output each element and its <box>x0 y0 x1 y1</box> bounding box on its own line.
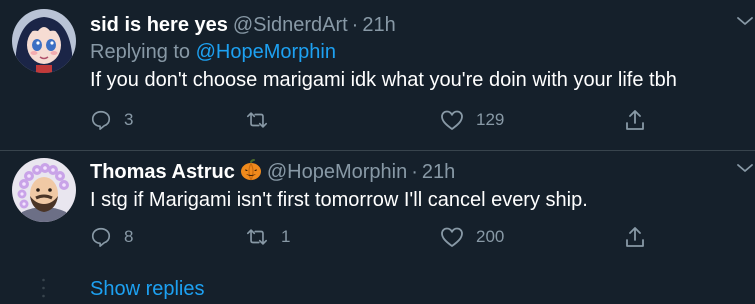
separator-dot: · <box>411 161 418 183</box>
tweet[interactable]: sid is here yes @SidnerdArt · 21h Replying … <box>0 0 755 150</box>
thread-dots-icon <box>42 278 45 298</box>
chevron-down-icon[interactable] <box>735 161 755 175</box>
tweet-text: If you don't choose marigami idk what yo… <box>90 69 677 91</box>
like-button[interactable]: 200 <box>440 223 504 251</box>
separator-dot: · <box>351 14 359 36</box>
user-handle[interactable]: @HopeMorphin <box>267 161 407 183</box>
retweet-count: 1 <box>281 227 291 246</box>
timestamp[interactable]: 21h <box>422 161 455 183</box>
share-icon <box>626 110 644 130</box>
reply-icon <box>91 110 111 130</box>
retweet-icon <box>247 229 267 245</box>
tweet-header: Thomas Astruc @HopeMorphin · 21h <box>90 159 455 185</box>
flower-crown-avatar-icon <box>12 158 76 222</box>
tweet-actions: 3 129 <box>90 106 710 134</box>
like-count: 200 <box>476 227 505 246</box>
tweet-header: sid is here yes @SidnerdArt · 21h <box>90 12 396 38</box>
heart-icon <box>441 110 463 130</box>
share-icon <box>626 227 644 247</box>
timestamp[interactable]: 21h <box>362 14 395 36</box>
reply-count: 3 <box>124 110 134 129</box>
tweet-text: I stg if Marigami isn't first tomorrow I… <box>90 189 588 211</box>
like-count: 129 <box>476 110 505 129</box>
avatar[interactable] <box>12 158 76 222</box>
retweet-icon <box>247 112 267 128</box>
reply-button[interactable]: 8 <box>90 223 133 251</box>
replying-to-label: Replying to <box>90 41 196 63</box>
tweet[interactable]: Thomas Astruc @HopeMorphin · 21h I stg if … <box>0 151 755 263</box>
retweet-button[interactable] <box>245 106 281 134</box>
display-name[interactable]: sid is here yes <box>90 14 228 36</box>
tweet-actions: 8 1 200 <box>90 223 710 251</box>
like-button[interactable]: 129 <box>440 106 504 134</box>
reply-count: 8 <box>124 227 134 246</box>
chevron-down-icon[interactable] <box>735 14 755 28</box>
reply-icon <box>91 227 111 247</box>
reply-thread: sid is here yes @SidnerdArt · 21h Replying … <box>0 0 755 304</box>
share-button[interactable] <box>624 223 646 251</box>
share-button[interactable] <box>624 106 646 134</box>
display-name[interactable]: Thomas Astruc <box>90 161 235 183</box>
reply-button[interactable]: 3 <box>90 106 133 134</box>
pumpkin-icon <box>240 159 261 181</box>
avatar[interactable] <box>12 9 76 73</box>
replying-to-mention[interactable]: @HopeMorphin <box>196 41 336 63</box>
heart-icon <box>441 227 463 247</box>
show-replies-link[interactable]: Show replies <box>90 276 205 302</box>
replying-to: Replying to @HopeMorphin <box>90 40 336 64</box>
anime-girl-avatar-icon <box>12 9 76 73</box>
user-handle[interactable]: @SidnerdArt <box>233 14 348 36</box>
retweet-button[interactable]: 1 <box>245 223 290 251</box>
